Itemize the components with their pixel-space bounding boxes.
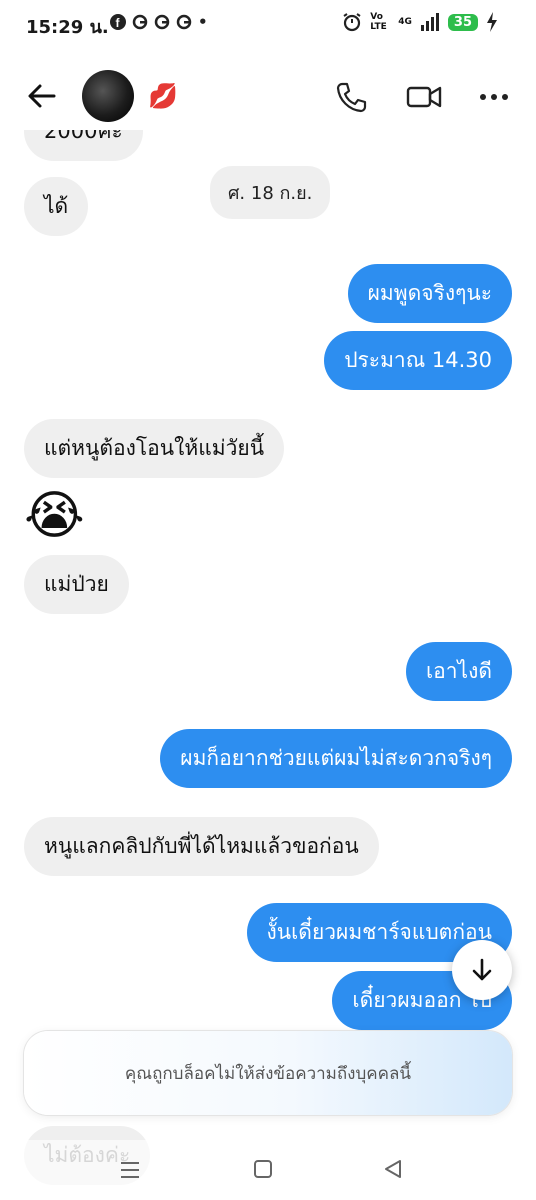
contact-name-emoji[interactable]: 💋 <box>148 82 178 110</box>
status-time: 15:29 น. <box>26 17 109 38</box>
volte-label: Vo LTE <box>370 12 387 32</box>
system-icons: Vo LTE 4G 35 <box>342 12 498 32</box>
g-icon <box>132 14 148 30</box>
message-emoji[interactable]: 😭 <box>24 486 85 546</box>
message-outgoing[interactable]: ผมก็อยากช่วยแต่ผมไม่สะดวกจริงๆ <box>160 729 512 789</box>
message-outgoing[interactable]: เอาไงดี <box>405 642 512 702</box>
message-outgoing[interactable]: ประมาณ 14.30 <box>324 331 512 391</box>
battery-level: 35 <box>447 13 478 31</box>
signal-icon <box>420 13 439 31</box>
charging-icon <box>487 12 497 32</box>
message-incoming[interactable]: 2000ค่ะ <box>24 130 143 162</box>
alarm-icon <box>343 13 361 32</box>
blocked-notice: คุณถูกบล็อคไม่ให้ส่งข้อความถึงบุคคลนี้ <box>24 1031 512 1115</box>
network-type: 4G <box>398 17 412 27</box>
video-icon[interactable] <box>406 80 442 114</box>
message-incoming[interactable]: หนูแลกคลิปกับพี่ได้ไหมแล้วขอก่อน <box>24 817 379 877</box>
arrow-down-icon <box>472 958 492 981</box>
g-icon <box>176 14 192 30</box>
phone-icon[interactable] <box>334 80 368 114</box>
back-nav-icon[interactable] <box>382 1158 404 1180</box>
chat-header: 💋 <box>0 60 536 130</box>
scroll-to-bottom-button[interactable] <box>452 940 512 1000</box>
recents-icon[interactable] <box>118 1158 142 1182</box>
message-incoming[interactable]: แม่ป่วย <box>24 555 129 615</box>
notification-icons: f • <box>110 13 208 31</box>
date-separator: ศ. 18 ก.ย. <box>210 166 331 219</box>
more-icon[interactable] <box>478 80 510 114</box>
g-icon <box>154 14 170 30</box>
blocked-notice-text: คุณถูกบล็อคไม่ให้ส่งข้อความถึงบุคคลนี้ <box>124 1063 412 1084</box>
contact-avatar[interactable] <box>82 70 134 122</box>
system-navigation-bar <box>0 1140 536 1200</box>
more-notifications-dot: • <box>198 13 208 31</box>
status-bar: 15:29 น. f • Vo LTE 4G 35 <box>0 0 536 50</box>
back-arrow-icon[interactable] <box>26 80 58 112</box>
message-incoming[interactable]: ได้ <box>24 177 89 237</box>
message-incoming[interactable]: แต่หนูต้องโอนให้แม่วัยนี้ <box>24 419 285 479</box>
home-icon[interactable] <box>252 1158 274 1180</box>
facebook-icon: f <box>110 14 126 30</box>
message-list[interactable]: 2000ค่ะ ได้ ศ. 18 ก.ย. ผมพูดจริงๆนะ ประม… <box>0 130 536 1200</box>
message-outgoing[interactable]: ผมพูดจริงๆนะ <box>347 264 512 324</box>
